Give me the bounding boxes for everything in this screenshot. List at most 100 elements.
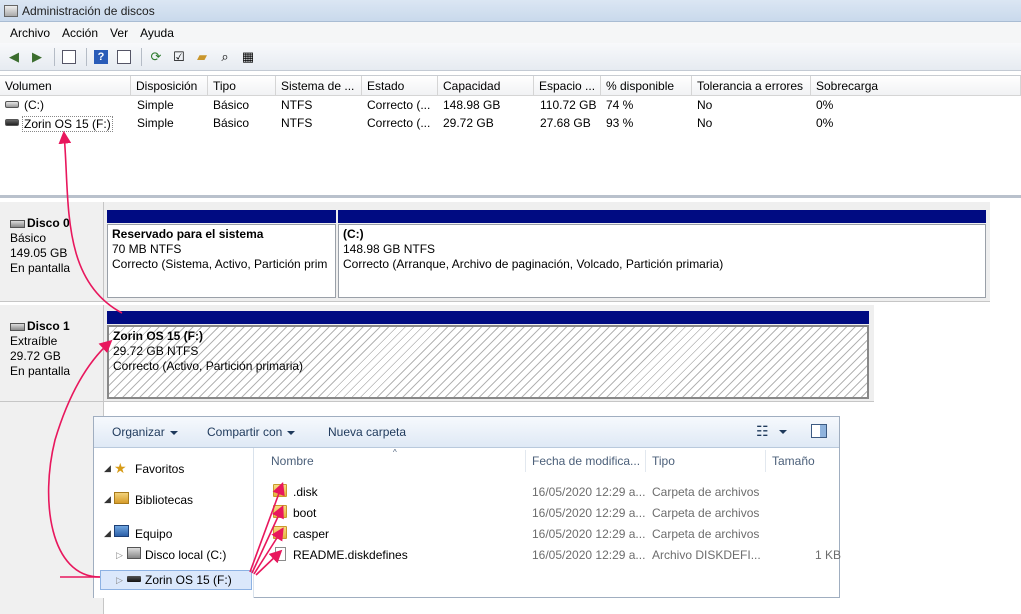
table-cell: 110.72 GB (540, 98, 597, 112)
table-cell: Básico (213, 98, 250, 112)
refresh-button[interactable]: ⟳ (146, 47, 166, 67)
table-cell: Simple (137, 98, 174, 112)
file-date: 16/05/2020 12:29 a... (532, 548, 646, 562)
column-espacio[interactable]: Espacio ... (534, 76, 601, 96)
column-separator (525, 450, 526, 472)
partition-c[interactable]: (C:) 148.98 GB NTFS Correcto (Arranque, … (338, 210, 986, 298)
menu-accion[interactable]: Acción (56, 26, 104, 40)
folder-open-icon: ▰ (197, 48, 207, 64)
settings-button[interactable]: ▦ (238, 47, 258, 67)
expand-arrow-icon[interactable]: ▷ (116, 575, 123, 586)
table-cell: 0% (816, 116, 834, 130)
column-separator (645, 450, 646, 472)
file-type: Carpeta de archivos (652, 527, 760, 541)
disk-size: 29.72 GB (10, 349, 61, 363)
column-tipo[interactable]: Tipo (652, 454, 675, 468)
help-button[interactable]: ? (91, 47, 111, 67)
file-size: 1 KB (815, 548, 842, 562)
preview-pane-button[interactable] (811, 424, 827, 438)
column-sobrecarga[interactable]: Sobrecarga (811, 76, 1021, 96)
expand-arrow-icon[interactable]: ◢ (104, 494, 111, 505)
partition-title: Reservado para el sistema (112, 227, 264, 241)
file-date: 16/05/2020 12:29 a... (532, 506, 646, 520)
column-sistema[interactable]: Sistema de ... (276, 76, 362, 96)
menu-archivo[interactable]: Archivo (4, 26, 56, 40)
table-cell: 27.68 GB (540, 116, 591, 130)
action-pane-button[interactable] (114, 47, 134, 67)
disk-status: En pantalla (10, 364, 71, 378)
nav-usb-drive[interactable]: Zorin OS 15 (F:) (145, 573, 232, 587)
disk-1-label[interactable]: Disco 1 Extraíble 29.72 GB En pantalla (0, 305, 104, 402)
back-button[interactable]: ◀ (4, 47, 24, 67)
disk-0-label[interactable]: Disco 0 Básico 149.05 GB En pantalla (0, 202, 104, 302)
star-icon: ★ (114, 460, 127, 476)
file-list: Nombre ^ Fecha de modifica... Tipo Tamañ… (255, 448, 842, 598)
table-cell: 29.72 GB (443, 116, 494, 130)
table-cell: (C:) (24, 98, 44, 112)
partition-state: Correcto (Arranque, Archivo de paginació… (343, 257, 724, 271)
partition-body: Zorin OS 15 (F:) 29.72 GB NTFS Correcto … (107, 325, 869, 399)
menu-ayuda[interactable]: Ayuda (134, 26, 180, 40)
partition-system-reserved[interactable]: Reservado para el sistema 70 MB NTFS Cor… (107, 210, 336, 298)
folder-icon (273, 505, 287, 518)
partition-state: Correcto (Activo, Partición primaria) (113, 359, 304, 373)
menu-ver[interactable]: Ver (104, 26, 134, 40)
column-capacidad[interactable]: Capacidad (438, 76, 534, 96)
partition-bar (338, 210, 986, 223)
expand-arrow-icon[interactable]: ◢ (104, 463, 111, 474)
disk-management-icon (4, 4, 18, 17)
column-disposicion[interactable]: Disposición (131, 76, 208, 96)
organize-label: Organizar (112, 425, 165, 439)
toolbar-separator (54, 47, 55, 66)
table-cell: No (697, 116, 713, 130)
nav-favorites[interactable]: Favoritos (135, 462, 184, 476)
show-hide-tree-button[interactable] (59, 47, 79, 67)
properties-icon (62, 49, 76, 64)
table-cell: NTFS (281, 116, 313, 130)
nav-local-disk[interactable]: Disco local (C:) (145, 548, 226, 562)
folder-icon (273, 526, 287, 539)
nav-libraries[interactable]: Bibliotecas (135, 493, 193, 507)
table-cell: Correcto (... (367, 98, 431, 112)
table-cell: Básico (213, 116, 250, 130)
column-fecha[interactable]: Fecha de modifica... (532, 454, 640, 468)
column-nombre[interactable]: Nombre (271, 454, 314, 468)
column-separator (765, 450, 766, 472)
column-volumen[interactable]: Volumen (0, 76, 131, 96)
expand-arrow-icon[interactable]: ▷ (116, 550, 123, 561)
organize-button[interactable]: Organizar (112, 425, 178, 439)
drive-icon (5, 101, 19, 108)
navigation-pane: ◢ ★ Favoritos ◢ Bibliotecas ◢ Equipo ▷ D… (94, 448, 254, 598)
file-name: README.diskdefines (293, 548, 408, 562)
forward-button[interactable]: ▶ (27, 47, 47, 67)
column-estado[interactable]: Estado (362, 76, 438, 96)
back-arrow-icon: ◀ (9, 48, 19, 64)
column-tipo[interactable]: Tipo (208, 76, 276, 96)
nav-computer[interactable]: Equipo (135, 527, 172, 541)
share-button[interactable]: Compartir con (207, 425, 296, 439)
properties-button[interactable]: ☑ (169, 47, 189, 67)
chevron-down-icon (169, 430, 178, 435)
file-type: Carpeta de archivos (652, 506, 760, 520)
partition-zorin[interactable]: Zorin OS 15 (F:) 29.72 GB NTFS Correcto … (107, 311, 869, 399)
refresh-icon: ⟳ (150, 48, 162, 64)
column-tamano[interactable]: Tamaño (772, 454, 815, 468)
column-disponible[interactable]: % disponible (601, 76, 692, 96)
table-cell: NTFS (281, 98, 313, 112)
table-cell: 74 % (606, 98, 634, 112)
panel-icon (117, 49, 131, 64)
partition-bar (107, 311, 869, 324)
disk-1-partitions: Zorin OS 15 (F:) 29.72 GB NTFS Correcto … (104, 305, 874, 402)
explore-button[interactable]: ⌕ (215, 47, 235, 67)
column-tolerancia[interactable]: Tolerancia a errores (692, 76, 811, 96)
new-folder-button[interactable]: Nueva carpeta (328, 425, 406, 439)
partition-title: (C:) (343, 227, 364, 241)
open-button[interactable]: ▰ (192, 47, 212, 67)
partition-size: 29.72 GB NTFS (113, 344, 199, 358)
expand-arrow-icon[interactable]: ◢ (104, 528, 111, 539)
view-options-button[interactable]: ☷ (756, 423, 787, 440)
disk-icon (10, 322, 25, 331)
drive-icon (127, 547, 141, 559)
usb-drive-icon (127, 576, 141, 582)
disk-kind: Extraíble (10, 334, 58, 348)
